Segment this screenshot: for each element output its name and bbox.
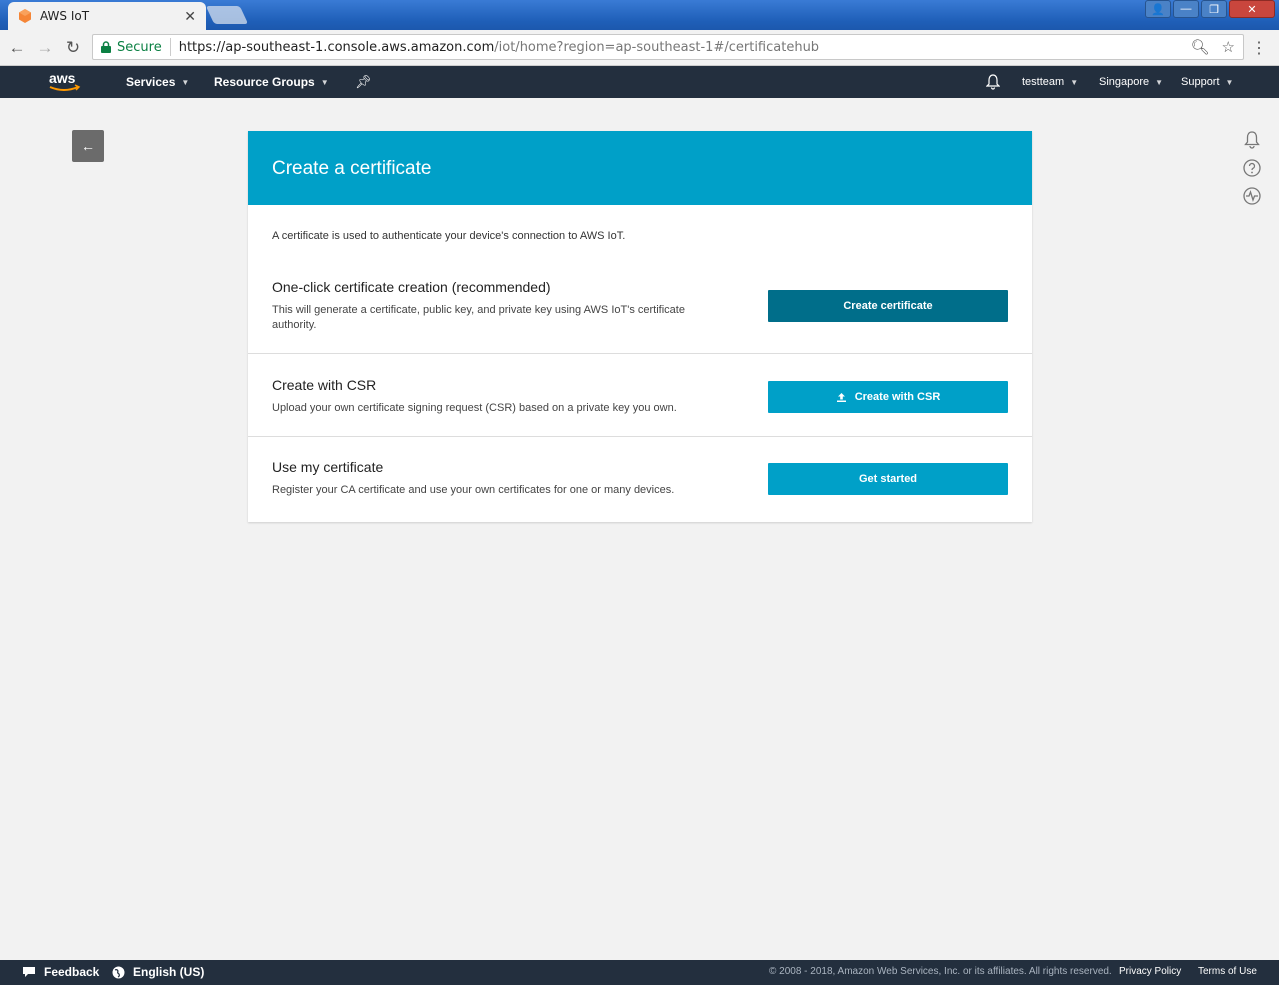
right-side-toolbar [1242, 130, 1262, 206]
card-title: Create a certificate [248, 131, 1032, 205]
browser-tabstrip: AWS IoT ✕ 👤 — ❐ ✕ [0, 0, 1279, 30]
account-label: testteam [1022, 76, 1065, 88]
back-button[interactable]: ← [72, 130, 104, 162]
globe-icon [112, 966, 125, 978]
chevron-down-icon: ▼ [1155, 77, 1164, 87]
tab-title: AWS IoT [40, 9, 90, 23]
minimize-icon[interactable]: — [1173, 0, 1199, 18]
chevron-down-icon: ▼ [1225, 77, 1234, 87]
back-arrow-icon[interactable]: ← [6, 37, 28, 59]
privacy-policy-link[interactable]: Privacy Policy [1119, 966, 1181, 977]
aws-logo[interactable]: aws [46, 70, 86, 94]
services-label: Services [126, 75, 176, 89]
aws-top-nav: aws Services ▼ Resource Groups ▼ 📌︎ test… [0, 66, 1279, 98]
secure-label: Secure [117, 39, 162, 55]
chevron-down-icon: ▼ [181, 77, 190, 87]
resource-groups-label: Resource Groups [214, 75, 315, 89]
region-menu[interactable]: Singapore ▼ [1099, 76, 1163, 88]
support-label: Support [1181, 76, 1220, 88]
feedback-link[interactable]: Feedback [22, 965, 99, 979]
browser-menu-icon[interactable]: ⋮ [1251, 38, 1267, 58]
region-label: Singapore [1099, 76, 1150, 88]
url-path: /iot/home?region=ap-southeast-1#/certifi… [494, 39, 820, 55]
section-one-click: One-click certificate creation (recommen… [248, 205, 1032, 354]
window-close-icon[interactable]: ✕ [1229, 0, 1275, 18]
browser-tab[interactable]: AWS IoT ✕ [8, 2, 206, 30]
section-title: Use my certificate [272, 459, 384, 475]
services-menu[interactable]: Services ▼ [126, 75, 189, 89]
footer: Feedback English (US) © 2008 - 2018, Ama… [0, 960, 1279, 985]
section-description: This will generate a certificate, public… [272, 304, 685, 331]
omnibox-icons: 🔍︎ ☆ [1191, 38, 1236, 56]
chevron-down-icon: ▼ [1070, 77, 1079, 87]
button-label: Get started [858, 473, 918, 485]
language-selector[interactable]: English (US) [112, 965, 204, 979]
forward-arrow-icon[interactable]: → [34, 37, 56, 59]
url-host: https://ap-southeast-1.console.aws.amazo… [178, 39, 495, 55]
restore-icon[interactable]: ❐ [1201, 0, 1227, 18]
tab-close-icon[interactable]: ✕ [184, 8, 196, 25]
account-menu[interactable]: testteam ▼ [1022, 76, 1078, 88]
chevron-down-icon: ▼ [320, 77, 329, 87]
window-controls: 👤 — ❐ ✕ [1145, 0, 1275, 18]
support-menu[interactable]: Support ▼ [1181, 76, 1233, 88]
activity-icon[interactable] [1242, 186, 1262, 206]
section-description: Upload your own certificate signing requ… [272, 402, 677, 414]
create-certificate-button[interactable]: Create certificate [768, 290, 1008, 322]
section-title: Create with CSR [272, 377, 377, 393]
aws-iot-favicon-icon [19, 9, 31, 23]
bookmark-star-icon[interactable]: ☆ [1222, 38, 1235, 56]
section-csr: Create with CSR Upload your own certific… [248, 354, 1032, 437]
section-use-my-certificate: Use my certificate Register your CA cert… [248, 437, 1032, 522]
language-label: English (US) [133, 965, 205, 979]
pin-icon[interactable]: 📌︎ [355, 74, 372, 90]
copyright-text: © 2008 - 2018, Amazon Web Services, Inc.… [769, 966, 1112, 977]
feedback-label: Feedback [44, 965, 100, 979]
new-tab-button[interactable] [205, 6, 249, 24]
create-certificate-card: Create a certificate A certificate is us… [248, 131, 1032, 522]
button-label: Create certificate [843, 300, 933, 312]
address-bar: ← → ↻ Secure https://ap-southeast-1.cons… [0, 30, 1279, 66]
url-input[interactable]: Secure https://ap-southeast-1.console.aw… [92, 34, 1244, 60]
terms-of-use-link[interactable]: Terms of Use [1198, 966, 1257, 977]
create-with-csr-button[interactable]: Create with CSR [768, 381, 1008, 413]
notifications-bell-icon[interactable] [986, 74, 1000, 90]
button-label: Create with CSR [854, 391, 941, 403]
lock-icon [101, 41, 111, 53]
section-title: One-click certificate creation (recommen… [272, 279, 551, 295]
section-description: Register your CA certificate and use you… [272, 484, 675, 496]
notification-bell-icon[interactable] [1242, 130, 1262, 150]
zoom-icon[interactable]: 🔍︎ [1191, 38, 1210, 56]
get-started-button[interactable]: Get started [768, 463, 1008, 495]
user-profile-icon[interactable]: 👤 [1145, 0, 1171, 18]
omnibox-divider [169, 38, 171, 56]
resource-groups-menu[interactable]: Resource Groups ▼ [214, 75, 329, 89]
reload-icon[interactable]: ↻ [62, 37, 84, 59]
upload-icon [836, 392, 846, 402]
help-icon[interactable] [1242, 158, 1262, 178]
arrow-left-icon: ← [81, 138, 95, 154]
svg-text:aws: aws [49, 70, 76, 86]
speech-bubble-icon [23, 967, 35, 977]
